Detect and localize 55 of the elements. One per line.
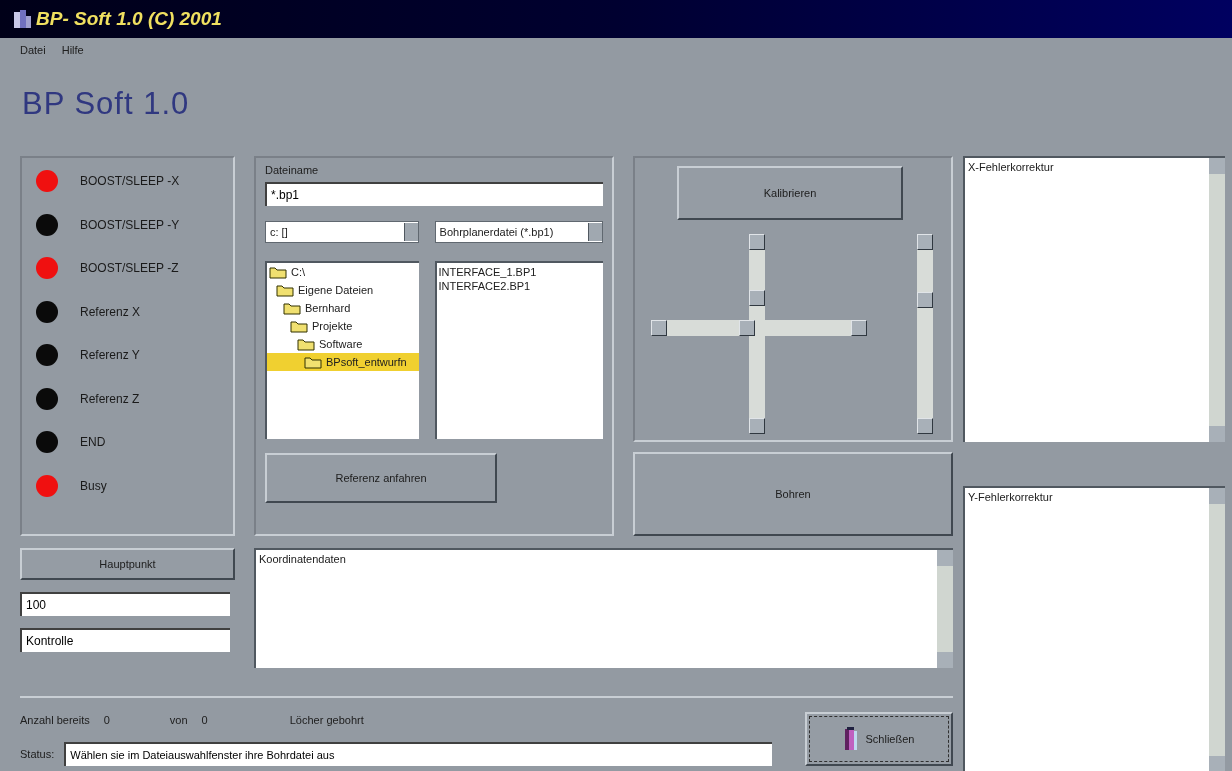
folder-icon <box>283 301 301 315</box>
filter-dropdown[interactable]: Bohrplanerdatei (*.bp1) <box>434 221 603 243</box>
x-correction-box[interactable]: X-Fehlerkorrektur <box>963 156 1225 442</box>
scrollbar[interactable] <box>1209 158 1225 442</box>
y-correction-box[interactable]: Y-Fehlerkorrektur <box>963 486 1225 771</box>
check-field[interactable]: Kontrolle <box>20 628 230 652</box>
scrollbar[interactable] <box>1209 488 1225 771</box>
horizontal-slider[interactable] <box>651 320 867 336</box>
status-label: Status: <box>20 748 55 760</box>
counter-label: von <box>169 714 188 726</box>
app-icon <box>12 8 32 30</box>
window-title: BP- Soft 1.0 (C) 2001 <box>36 8 222 30</box>
indicator-label: BOOST/SLEEP -Z <box>80 261 179 275</box>
indicator-label: BOOST/SLEEP -X <box>80 174 180 188</box>
folder-item[interactable]: Eigene Dateien <box>267 281 419 299</box>
folder-item[interactable]: Software <box>267 335 419 353</box>
indicator-label: Busy <box>80 478 107 493</box>
menu-item[interactable]: Datei <box>20 44 46 64</box>
door-icon <box>843 727 858 751</box>
indicator-label: END <box>80 435 106 449</box>
status-field[interactable]: Wählen sie im Dateiauswahlfenster ihre Bohrdatei aus <box>64 742 773 766</box>
folder-icon <box>269 265 287 279</box>
folder-icon <box>297 337 315 351</box>
close-button[interactable]: Schließen <box>805 712 953 766</box>
menu-item[interactable]: Hilfe <box>61 44 84 64</box>
indicator-label: BOOST/SLEEP -Y <box>80 217 180 232</box>
file-item[interactable]: INTERFACE2.BP1 <box>438 279 601 293</box>
folder-item[interactable]: BPsoft_entwurfn <box>267 353 419 371</box>
counter-value: 0 <box>201 714 208 726</box>
app-heading: BP Soft 1.0 <box>21 85 191 123</box>
folder-item[interactable]: C:\ <box>267 263 419 281</box>
scrollbar[interactable] <box>937 550 953 668</box>
value-field[interactable]: 100 <box>20 592 230 616</box>
reference-button[interactable]: Referenz anfahren <box>265 453 497 503</box>
filename-field[interactable]: *.bp1 <box>265 182 603 206</box>
folder-icon <box>276 283 294 297</box>
drill-button[interactable]: Bohren <box>633 452 953 536</box>
arrow-button[interactable] <box>851 320 867 336</box>
folder-icon <box>304 355 322 369</box>
coordinates-box[interactable]: Koordinatendaten <box>254 548 953 668</box>
folder-item[interactable]: Bernhard <box>267 299 419 317</box>
indicator-label: Referenz Z <box>80 391 140 406</box>
calibrate-button[interactable]: Kalibrieren <box>677 166 903 220</box>
file-item[interactable]: INTERFACE_1.BP1 <box>438 265 601 279</box>
folder-item[interactable]: Projekte <box>267 317 419 335</box>
drive-dropdown[interactable]: c: [] <box>265 221 419 243</box>
folder-icon <box>290 319 308 333</box>
counter-label: Anzahl bereits <box>20 714 90 726</box>
main-point-button[interactable]: Hauptpunkt <box>20 548 235 580</box>
indicator-label: Referenz Y <box>80 348 140 362</box>
filename-label: Dateiname <box>265 164 320 176</box>
counter-value: 0 <box>103 714 110 726</box>
arrow-button[interactable] <box>651 320 667 336</box>
indicator-label: Referenz X <box>80 304 141 319</box>
holes-label: Löcher gebohrt <box>289 714 364 726</box>
